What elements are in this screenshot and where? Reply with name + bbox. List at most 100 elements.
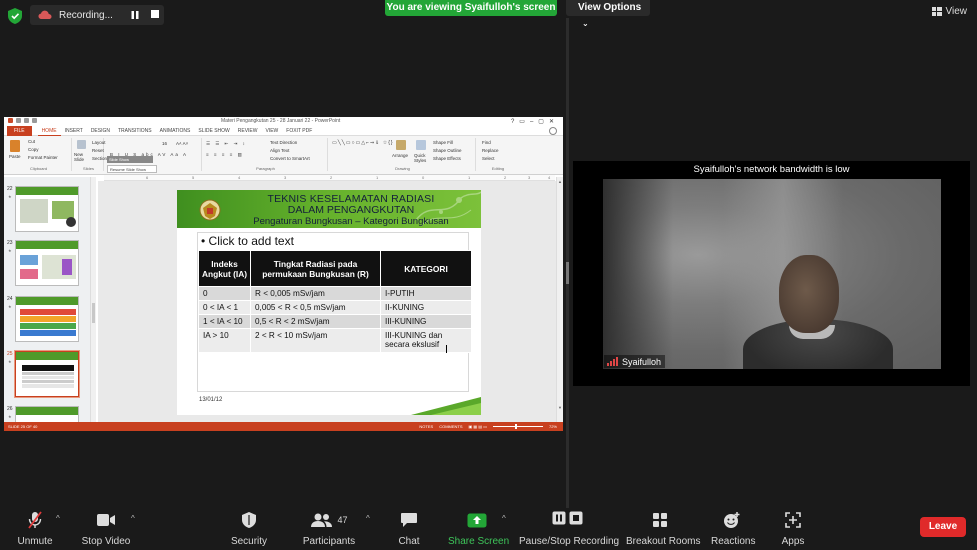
- slide-title-line-2: DALAM PENGANGKUTAN: [287, 204, 415, 216]
- scroll-down-icon[interactable]: ▼: [558, 405, 562, 410]
- tab-animations[interactable]: ANIMATIONS: [156, 126, 195, 136]
- stop-icon: [569, 511, 582, 525]
- tab-home[interactable]: HOME: [37, 126, 61, 136]
- font-size-select[interactable]: 16: [162, 141, 167, 146]
- slide-thumbnail[interactable]: 26 ★: [5, 406, 91, 422]
- slide-thumbnail[interactable]: 24 ★: [5, 296, 91, 346]
- reset-button[interactable]: Reset: [92, 148, 104, 153]
- slide-thumbnail-pane[interactable]: 22 ★ 23 ★ 24 ★ 25 ★ 26 ★: [4, 177, 92, 422]
- table-cell: 2 < R < 10 mSv/jam: [250, 328, 381, 353]
- pause-stop-recording-button[interactable]: Pause/Stop Recording: [519, 508, 619, 547]
- leave-button[interactable]: Leave: [920, 517, 966, 537]
- format-painter-button[interactable]: Format Painter: [28, 155, 58, 160]
- scroll-up-icon[interactable]: ▲: [558, 179, 562, 184]
- list-format-icons[interactable]: ☰ ☰ ⇤ ⇥ ↕: [206, 141, 247, 147]
- slide-show-tooltip: Slide Show: [107, 156, 153, 163]
- apps-button[interactable]: Apps: [778, 510, 808, 547]
- ribbon-group-editing: Find Replace Select Editing: [478, 138, 518, 171]
- participant-video-tile[interactable]: Syaifulloh's network bandwidth is low Sy…: [573, 161, 970, 386]
- ruler-mark: 6: [146, 175, 149, 180]
- tab-file[interactable]: FILE: [7, 125, 32, 136]
- ruler-mark: 4: [238, 175, 241, 180]
- tab-transitions[interactable]: TRANSITIONS: [114, 126, 156, 136]
- tab-design[interactable]: DESIGN: [87, 126, 114, 136]
- stop-video-button[interactable]: Stop Video: [80, 510, 132, 547]
- pause-recording-icon[interactable]: [130, 10, 140, 20]
- slide-vertical-scrollbar[interactable]: ▲ ▼: [556, 177, 563, 422]
- slides-group-label: Slides: [83, 166, 94, 171]
- shape-effects-button[interactable]: Shape Effects: [433, 156, 461, 161]
- security-shield-icon[interactable]: [8, 8, 22, 24]
- zoom-slider[interactable]: [492, 424, 543, 429]
- quick-styles-button[interactable]: Quick Styles: [414, 153, 428, 163]
- paste-icon[interactable]: [10, 140, 20, 152]
- share-options-chevron-icon[interactable]: ^: [502, 514, 506, 523]
- view-mode-icons[interactable]: ▣ ▦ ▤ ▭: [469, 424, 487, 429]
- shapes-gallery-icon[interactable]: ▭╲╲▭○▭△⌐⇒⇓ ☆{}: [332, 140, 394, 146]
- star-icon: ★: [8, 248, 12, 253]
- new-slide-icon[interactable]: [77, 140, 86, 149]
- quick-access-toolbar[interactable]: [8, 118, 68, 124]
- align-icons[interactable]: ≡ ≡ ≡ ≡ ▥: [206, 152, 244, 158]
- cut-button[interactable]: Cut: [28, 139, 35, 144]
- stop-recording-icon[interactable]: [151, 10, 159, 18]
- category-table[interactable]: Indeks Angkut (IA) Tingkat Radiasi pada …: [198, 250, 472, 353]
- tab-insert[interactable]: INSERT: [61, 126, 87, 136]
- share-screen-button[interactable]: Share Screen: [448, 510, 509, 547]
- view-options-button[interactable]: View Options ⌄: [566, 0, 650, 28]
- unmute-button[interactable]: Unmute: [16, 510, 54, 547]
- video-options-chevron-icon[interactable]: ^: [131, 514, 135, 523]
- unmute-label: Unmute: [17, 536, 53, 547]
- align-text-button[interactable]: Align Text: [270, 148, 289, 153]
- audio-options-chevron-icon[interactable]: ^: [56, 514, 60, 523]
- resume-slide-show-tooltip[interactable]: Resume Slide Show: [107, 165, 157, 173]
- participant-video-feed: [603, 179, 941, 369]
- content-placeholder-text[interactable]: • Click to add text: [201, 234, 294, 248]
- window-controls-icon[interactable]: ?▭–▢✕: [511, 118, 559, 125]
- layout-button[interactable]: Layout: [92, 140, 106, 145]
- tab-foxit-pdf[interactable]: FOXIT PDF: [282, 126, 316, 136]
- breakout-rooms-button[interactable]: Breakout Rooms: [626, 510, 700, 547]
- replace-button[interactable]: Replace: [482, 148, 499, 153]
- zoom-level[interactable]: 72%: [549, 424, 557, 429]
- notes-button[interactable]: NOTES: [419, 424, 433, 429]
- thumbnail-scrollbar[interactable]: [90, 177, 96, 422]
- tab-slide-show[interactable]: SLIDE SHOW: [194, 126, 233, 136]
- select-button[interactable]: Select: [482, 156, 495, 161]
- user-account-icon[interactable]: [549, 127, 557, 135]
- text-direction-button[interactable]: Text Direction: [270, 140, 297, 145]
- video-camera-icon: [97, 514, 115, 526]
- ruler-mark: 4: [548, 175, 551, 180]
- ribbon-group-clipboard: Paste Cut Copy Format Painter Clipboard: [6, 138, 72, 171]
- copy-button[interactable]: Copy: [28, 147, 39, 152]
- section-button[interactable]: Section: [92, 156, 107, 161]
- comments-button[interactable]: COMMENTS: [439, 424, 462, 429]
- slide-thumbnail[interactable]: 23 ★: [5, 240, 91, 290]
- participants-count: 47: [337, 515, 348, 525]
- arrange-icon[interactable]: [396, 140, 406, 150]
- shape-outline-button[interactable]: Shape Outline: [433, 148, 462, 153]
- reactions-button[interactable]: Reactions: [711, 510, 755, 547]
- chat-button[interactable]: Chat: [392, 510, 426, 547]
- new-slide-button[interactable]: New Slide: [74, 152, 88, 162]
- ppt-window-title: Materi Pengangkutan 25 - 28 Januari 22 -…: [221, 118, 341, 124]
- security-button[interactable]: Security: [229, 510, 269, 547]
- participants-button[interactable]: 47 Participants: [302, 510, 356, 547]
- tab-review[interactable]: REVIEW: [234, 126, 262, 136]
- convert-smartart-button[interactable]: Convert to SmartArt: [270, 156, 310, 161]
- view-layout-button[interactable]: View: [931, 6, 967, 17]
- text-cursor-icon: [446, 345, 450, 353]
- arrange-button[interactable]: Arrange: [392, 153, 408, 158]
- grow-font-icon[interactable]: A˄ A˅: [176, 141, 188, 146]
- shape-fill-button[interactable]: Shape Fill: [433, 140, 453, 145]
- quick-styles-icon[interactable]: [416, 140, 426, 150]
- slide-thumbnail[interactable]: 22 ★: [5, 186, 91, 236]
- participants-options-chevron-icon[interactable]: ^: [366, 514, 370, 523]
- slide-thumbnail-selected[interactable]: 25 ★: [5, 350, 91, 401]
- tab-view[interactable]: VIEW: [262, 126, 283, 136]
- paste-button[interactable]: Paste: [9, 154, 21, 159]
- table-cell: I-PUTIH: [380, 286, 472, 301]
- current-slide[interactable]: TEKNIS KESELAMATAN RADIASI DALAM PENGANG…: [177, 190, 481, 415]
- find-button[interactable]: Find: [482, 140, 491, 145]
- splitter-grip-icon[interactable]: [566, 262, 569, 284]
